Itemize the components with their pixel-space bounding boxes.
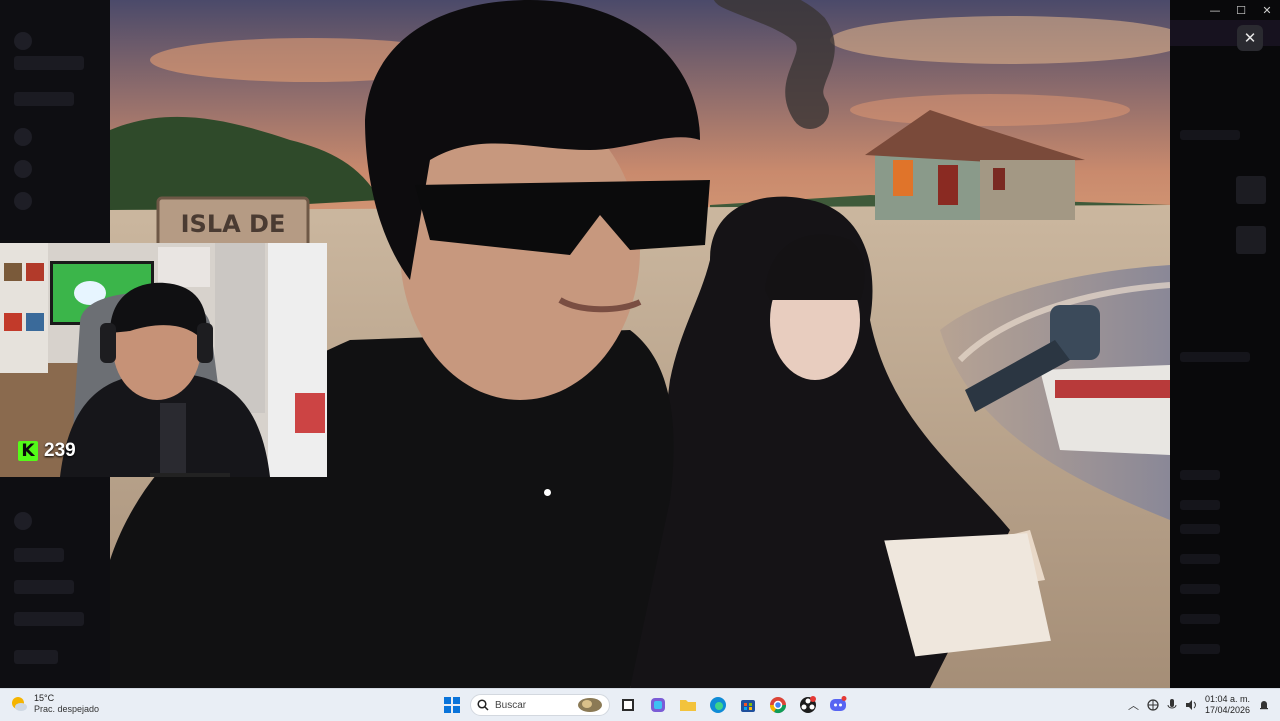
windows-start-icon[interactable] [440, 693, 464, 717]
taskbar-pinned-apps: Buscar [440, 689, 850, 721]
viewer-count-badge: K 239 [18, 440, 76, 462]
clock[interactable]: 01:04 a. m. 17/04/2026 [1205, 694, 1250, 716]
search-placeholder: Buscar [495, 699, 527, 711]
notification-bell-icon[interactable] [1258, 699, 1270, 711]
search-highlight-icon [578, 698, 602, 712]
chat-row [1180, 644, 1220, 654]
sidebar-avatar-4 [14, 192, 32, 210]
network-icon[interactable] [1147, 699, 1159, 711]
weather-temperature: 15°C [34, 693, 55, 703]
sidebar-row [14, 612, 84, 626]
close-image-button[interactable]: ✕ [1237, 25, 1263, 51]
taskbar: 15°C Prac. despejado Buscar ︿ 01:04 a. m… [0, 688, 1280, 721]
window-controls: — ☐ ✕ [1202, 0, 1280, 20]
store-icon[interactable] [736, 693, 760, 717]
sidebar-row [14, 650, 58, 664]
clock-date: 17/04/2026 [1204, 705, 1250, 715]
search-icon [477, 699, 489, 711]
speaker-icon[interactable] [1185, 699, 1197, 711]
maximize-button[interactable]: ☐ [1228, 0, 1254, 20]
taskbar-search-input[interactable]: Buscar [470, 694, 610, 716]
chat-row [1180, 130, 1240, 140]
microphone-icon[interactable] [1167, 699, 1177, 711]
folder-icon[interactable] [676, 693, 700, 717]
minimize-button[interactable]: — [1202, 0, 1228, 20]
sidebar-avatar-1 [14, 32, 32, 50]
sidebar-row [14, 580, 74, 594]
chat-row [1180, 352, 1250, 362]
island-sign: ISLA DE [156, 196, 310, 250]
right-panel-header [1170, 20, 1280, 46]
file-explorer-icon[interactable] [616, 693, 640, 717]
sidebar-row [14, 92, 74, 106]
chat-row [1180, 614, 1220, 624]
weather-widget[interactable]: 15°C Prac. despejado [10, 693, 99, 715]
window-close-button[interactable]: ✕ [1254, 0, 1280, 20]
chat-thumbnail [1236, 176, 1266, 204]
right-panel-dimmed: — ☐ ✕ [1170, 0, 1280, 688]
viewer-count: 239 [44, 440, 76, 461]
weather-condition: Prac. despejado [34, 704, 100, 714]
chevron-up-icon[interactable]: ︿ [1128, 697, 1139, 713]
sidebar-avatar-2 [14, 128, 32, 146]
system-tray: ︿ 01:04 a. m. 17/04/2026 [1128, 689, 1270, 721]
sidebar-row [14, 56, 84, 70]
chrome-icon[interactable] [766, 693, 790, 717]
obs-icon[interactable] [796, 693, 820, 717]
sidebar-avatar-5 [14, 512, 32, 530]
chat-row [1180, 554, 1220, 564]
chat-row [1180, 500, 1220, 510]
discord-icon[interactable] [826, 693, 850, 717]
copilot-icon[interactable] [646, 693, 670, 717]
mouse-cursor [543, 488, 552, 497]
weather-partly-sunny-icon [12, 697, 27, 711]
chat-thumbnail [1236, 226, 1266, 254]
kick-logo-icon: K [18, 441, 38, 461]
chat-row [1180, 584, 1220, 594]
chat-row [1180, 524, 1220, 534]
sidebar-avatar-3 [14, 160, 32, 178]
edge-icon[interactable] [706, 693, 730, 717]
sidebar-row [14, 548, 64, 562]
chat-row [1180, 470, 1220, 480]
sign-text: ISLA DE [181, 210, 286, 238]
clock-time: 01:04 a. m. [1204, 694, 1250, 704]
